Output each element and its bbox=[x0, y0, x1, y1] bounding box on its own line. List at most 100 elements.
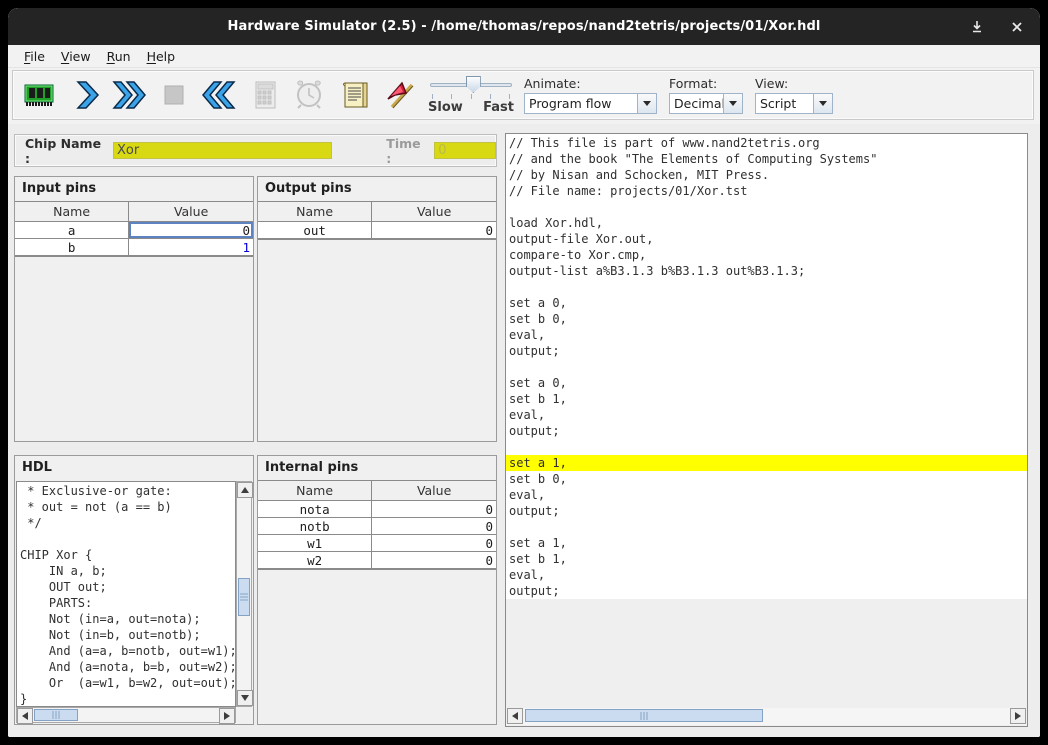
output-pins-panel: Output pins NameValueout0 bbox=[257, 176, 497, 442]
view-value: Script bbox=[756, 94, 813, 113]
slider-slow-label: Slow bbox=[428, 100, 463, 115]
load-script-button[interactable] bbox=[334, 73, 378, 117]
hdl-vertical-scrollbar[interactable] bbox=[236, 481, 252, 707]
title-bar[interactable]: Hardware Simulator (2.5) - /home/thomas/… bbox=[8, 8, 1040, 45]
format-label: Format: bbox=[669, 76, 743, 91]
pin-value-cell[interactable]: 0 bbox=[372, 535, 496, 551]
single-step-button[interactable] bbox=[64, 73, 108, 117]
pin-value-cell[interactable]: 1 bbox=[129, 239, 253, 255]
script-view[interactable]: // This file is part of www.nand2tetris.… bbox=[506, 134, 1027, 599]
chevron-down-icon[interactable] bbox=[637, 94, 656, 113]
scroll-up-button[interactable] bbox=[237, 482, 253, 498]
script-line: set b 1, bbox=[506, 391, 1027, 407]
pin-row-w2: w20 bbox=[258, 552, 496, 569]
pin-row-b: b1 bbox=[15, 239, 253, 256]
minimize-button[interactable] bbox=[968, 18, 986, 36]
script-line: compare-to Xor.cmp, bbox=[506, 247, 1027, 263]
scroll-down-button[interactable] bbox=[237, 690, 253, 706]
hdl-line: * out = not (a == b) bbox=[17, 499, 235, 515]
script-panel: // This file is part of www.nand2tetris.… bbox=[505, 133, 1028, 727]
menu-item-view[interactable]: View bbox=[53, 46, 99, 67]
pin-value-cell[interactable]: 0 bbox=[372, 552, 496, 568]
script-line: // File name: projects/01/Xor.tst bbox=[506, 183, 1027, 199]
script-line: output; bbox=[506, 343, 1027, 359]
pin-row-nota: nota0 bbox=[258, 501, 496, 518]
hdl-code-view[interactable]: * Exclusive-or gate: * out = not (a == b… bbox=[16, 481, 236, 707]
animate-select[interactable]: Program flow bbox=[524, 93, 657, 114]
menu-item-help[interactable]: Help bbox=[139, 46, 184, 67]
hdl-line: */ bbox=[17, 515, 235, 531]
hdl-line: * Exclusive-or gate: bbox=[17, 483, 235, 499]
pin-table-header: NameValue bbox=[15, 202, 253, 222]
script-line bbox=[506, 279, 1027, 295]
hdl-line: Not (in=b, out=notb); bbox=[17, 627, 235, 643]
scroll-right-button[interactable] bbox=[1010, 708, 1026, 724]
close-button[interactable] bbox=[1008, 18, 1026, 36]
clock-icon bbox=[291, 77, 327, 113]
hdl-line: } bbox=[17, 691, 235, 707]
internal-pins-table: NameValuenota0notb0w10w20 bbox=[258, 480, 496, 570]
pin-row-a: a0 bbox=[15, 222, 253, 239]
hdl-line: And (a=nota, b=b, out=w2); bbox=[17, 659, 235, 675]
pin-name: out bbox=[258, 222, 372, 238]
chevron-down-icon[interactable] bbox=[723, 94, 742, 113]
pin-value-cell[interactable]: 0 bbox=[129, 222, 253, 238]
script-line: set b 0, bbox=[506, 311, 1027, 327]
script-line: output; bbox=[506, 583, 1027, 599]
menu-item-file[interactable]: File bbox=[16, 46, 53, 67]
chip-name-field[interactable]: Xor bbox=[113, 142, 332, 159]
pin-name: w2 bbox=[258, 552, 372, 568]
script-line: eval, bbox=[506, 407, 1027, 423]
pin-value-cell[interactable]: 0 bbox=[372, 501, 496, 517]
pin-name: nota bbox=[258, 501, 372, 517]
hdl-vscroll-thumb[interactable] bbox=[238, 578, 250, 616]
script-line: output; bbox=[506, 503, 1027, 519]
hdl-horizontal-scrollbar[interactable] bbox=[16, 707, 236, 723]
speed-slider-thumb[interactable] bbox=[466, 76, 481, 93]
hardware-simulator-window: Hardware Simulator (2.5) - /home/thomas/… bbox=[8, 8, 1040, 737]
menu-item-run[interactable]: Run bbox=[99, 46, 139, 67]
pin-value-cell[interactable]: 0 bbox=[372, 222, 496, 238]
script-line bbox=[506, 439, 1027, 455]
view-combo-group: View: Script bbox=[755, 76, 833, 114]
rewind-button[interactable] bbox=[196, 73, 240, 117]
script-line bbox=[506, 199, 1027, 215]
scroll-left-button[interactable] bbox=[507, 708, 523, 724]
load-chip-button[interactable] bbox=[17, 73, 61, 117]
animate-label: Animate: bbox=[524, 76, 657, 91]
breakpoints-button[interactable] bbox=[378, 73, 422, 117]
script-line: load Xor.hdl, bbox=[506, 215, 1027, 231]
run-button[interactable] bbox=[108, 73, 152, 117]
view-select[interactable]: Script bbox=[755, 93, 833, 114]
hdl-line: OUT out; bbox=[17, 579, 235, 595]
internal-pins-title: Internal pins bbox=[258, 456, 496, 480]
format-select[interactable]: Decimal bbox=[669, 93, 743, 114]
pin-row-notb: notb0 bbox=[258, 518, 496, 535]
script-line: // by Nisan and Schocken, MIT Press. bbox=[506, 167, 1027, 183]
output-pins-title: Output pins bbox=[258, 177, 496, 201]
chip-name-bar: Chip Name : Xor Time : 0 bbox=[14, 134, 497, 167]
rewind-icon bbox=[198, 77, 238, 113]
script-line: set a 1, bbox=[506, 455, 1027, 471]
scroll-right-button[interactable] bbox=[219, 708, 235, 724]
script-line: eval, bbox=[506, 327, 1027, 343]
hdl-line: PARTS: bbox=[17, 595, 235, 611]
pin-name: a bbox=[15, 222, 129, 238]
pin-value-cell[interactable]: 0 bbox=[372, 518, 496, 534]
chevron-down-icon[interactable] bbox=[813, 94, 832, 113]
scroll-left-button[interactable] bbox=[17, 708, 33, 724]
script-line: eval, bbox=[506, 487, 1027, 503]
script-line: set b 1, bbox=[506, 551, 1027, 567]
format-combo-group: Format: Decimal bbox=[669, 76, 743, 114]
hdl-hscroll-thumb[interactable] bbox=[34, 709, 78, 721]
script-hscroll-thumb[interactable] bbox=[525, 709, 763, 722]
value-column-header: Value bbox=[372, 202, 496, 221]
script-horizontal-scrollbar[interactable] bbox=[507, 708, 1026, 725]
script-line: set a 0, bbox=[506, 295, 1027, 311]
breakpoints-icon bbox=[382, 77, 418, 113]
stop-icon bbox=[156, 77, 192, 113]
single-step-icon bbox=[68, 77, 104, 113]
load-chip-icon bbox=[21, 77, 57, 113]
chip-name-label: Chip Name : bbox=[25, 136, 107, 166]
input-pins-table: NameValuea0b1 bbox=[15, 201, 253, 257]
